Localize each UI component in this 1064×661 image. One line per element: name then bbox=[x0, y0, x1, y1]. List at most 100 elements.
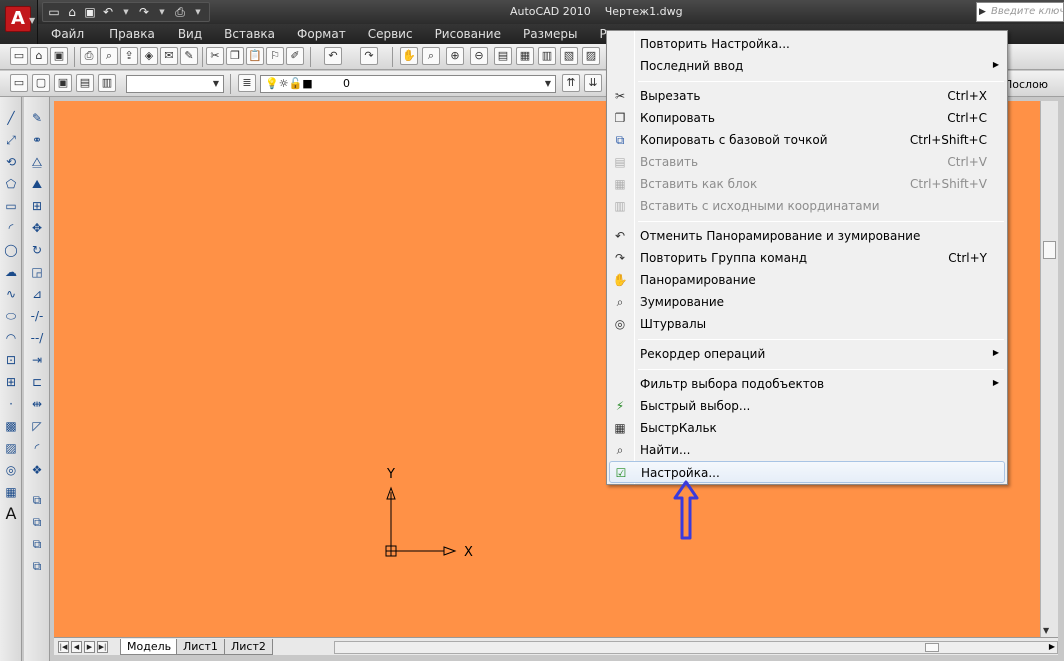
trim-icon[interactable]: -/- bbox=[28, 307, 46, 325]
style-icon[interactable]: ▢ bbox=[32, 74, 50, 92]
region-icon[interactable]: ◎ bbox=[2, 461, 20, 479]
menu-item-copy-base[interactable]: ⧉ Копировать с базовой точкой Ctrl+Shift… bbox=[609, 129, 1005, 151]
line-icon[interactable]: ╱ bbox=[2, 109, 20, 127]
break-icon[interactable]: ⊏ bbox=[28, 373, 46, 391]
print-icon[interactable]: ⎙ bbox=[80, 47, 98, 65]
copy-icon[interactable]: ❐ bbox=[226, 47, 244, 65]
markup-icon[interactable]: ▨ bbox=[582, 47, 600, 65]
menu-item-redo[interactable]: ↷ Повторить Группа команд Ctrl+Y bbox=[609, 247, 1005, 269]
tab-layout1[interactable]: Лист1 bbox=[176, 639, 225, 655]
rectangle-icon[interactable]: ▭ bbox=[2, 197, 20, 215]
fillet-icon[interactable]: ◜ bbox=[28, 439, 46, 457]
redo-dropdown-icon[interactable]: ▼ bbox=[154, 4, 170, 20]
new-icon[interactable]: ▭ bbox=[10, 47, 28, 65]
undo-icon[interactable]: ↶ bbox=[100, 4, 116, 20]
prev-tab-icon[interactable]: ◀ bbox=[71, 641, 82, 653]
menu-item-undo[interactable]: ↶ Отменить Панорамирование и зумирование bbox=[609, 225, 1005, 247]
ellipse-arc-icon[interactable]: ◠ bbox=[2, 329, 20, 347]
etransmit-icon[interactable]: ✉ bbox=[160, 47, 178, 65]
properties-icon[interactable]: ▤ bbox=[494, 47, 512, 65]
open-icon[interactable]: ⌂ bbox=[64, 4, 80, 20]
menu-item-steering-wheels[interactable]: ◎ Штурвалы bbox=[609, 313, 1005, 335]
undo-icon[interactable]: ↶ bbox=[324, 47, 342, 65]
point-icon[interactable]: · bbox=[2, 395, 20, 413]
table-icon[interactable]: ▦ bbox=[2, 483, 20, 501]
search-expand-icon[interactable]: ▶ bbox=[979, 7, 986, 17]
rotate-icon[interactable]: ↻ bbox=[28, 241, 46, 259]
menu-tools[interactable]: Сервис bbox=[368, 24, 413, 44]
vertical-scrollbar[interactable]: ▼ bbox=[1040, 101, 1058, 637]
redo-icon[interactable]: ↷ bbox=[360, 47, 378, 65]
horizontal-scrollbar[interactable]: ▶ bbox=[334, 641, 1058, 654]
draw-order-icon[interactable]: ⧉ bbox=[28, 557, 46, 575]
scrollbar-thumb[interactable] bbox=[925, 643, 939, 652]
make-block-icon[interactable]: ⊞ bbox=[2, 373, 20, 391]
match-properties-icon[interactable]: ⚐ bbox=[266, 47, 284, 65]
undo-dropdown-icon[interactable]: ▼ bbox=[118, 4, 134, 20]
open-icon[interactable]: ⌂ bbox=[30, 47, 48, 65]
spline-icon[interactable]: ∿ bbox=[2, 285, 20, 303]
publish-icon[interactable]: ⇪ bbox=[120, 47, 138, 65]
ellipse-icon[interactable]: ⬭ bbox=[2, 307, 20, 325]
mirror-icon[interactable]: ⧋ bbox=[28, 153, 46, 171]
zoom-window-icon[interactable]: ⊕ bbox=[446, 47, 464, 65]
save-icon[interactable]: ▣ bbox=[82, 4, 98, 20]
zoom-previous-icon[interactable]: ⊖ bbox=[470, 47, 488, 65]
last-tab-icon[interactable]: ▶| bbox=[97, 641, 108, 653]
menu-item-action-recorder[interactable]: Рекордер операций ▶ bbox=[609, 343, 1005, 365]
3d-dwf-icon[interactable]: ◈ bbox=[140, 47, 158, 65]
menu-item-subobject-filter[interactable]: Фильтр выбора подобъектов ▶ bbox=[609, 373, 1005, 395]
menu-draw[interactable]: Рисование bbox=[435, 24, 501, 44]
menu-item-find[interactable]: ⌕ Найти... bbox=[609, 439, 1005, 461]
save-icon[interactable]: ▣ bbox=[50, 47, 68, 65]
print-icon[interactable]: ⎙ bbox=[172, 4, 188, 20]
menu-item-cut[interactable]: ✂ Вырезать Ctrl+X bbox=[609, 85, 1005, 107]
menu-item-zoom[interactable]: ⌕ Зумирование bbox=[609, 291, 1005, 313]
draw-order-icon[interactable]: ⧉ bbox=[28, 491, 46, 509]
pan-icon[interactable]: ✋ bbox=[400, 47, 418, 65]
revision-cloud-icon[interactable]: ☁ bbox=[2, 263, 20, 281]
menu-edit[interactable]: Правка bbox=[109, 24, 155, 44]
style-icon[interactable]: ▥ bbox=[98, 74, 116, 92]
layer-previous-icon[interactable]: ⇊ bbox=[584, 74, 602, 92]
copy-object-icon[interactable]: ⚭ bbox=[28, 131, 46, 149]
move-icon[interactable]: ✥ bbox=[28, 219, 46, 237]
circle-icon[interactable]: ◯ bbox=[2, 241, 20, 259]
layer-properties-icon[interactable]: ≣ bbox=[238, 74, 256, 92]
draw-order-icon[interactable]: ⧉ bbox=[28, 535, 46, 553]
application-menu-button[interactable]: A ▼ bbox=[0, 0, 38, 44]
edit-icon[interactable]: ✎ bbox=[180, 47, 198, 65]
first-tab-icon[interactable]: |◀ bbox=[58, 641, 69, 653]
insert-block-icon[interactable]: ⊡ bbox=[2, 351, 20, 369]
stretch-icon[interactable]: ⊿ bbox=[28, 285, 46, 303]
hatch-icon[interactable]: ▩ bbox=[2, 417, 20, 435]
join-icon[interactable]: ⇹ bbox=[28, 395, 46, 413]
draw-order-icon[interactable]: ⧉ bbox=[28, 513, 46, 531]
layer-dropdown[interactable]: 💡☼🔓■ 0 ▼ bbox=[260, 75, 556, 93]
redo-icon[interactable]: ↷ bbox=[136, 4, 152, 20]
chamfer-icon[interactable]: ◸ bbox=[28, 417, 46, 435]
extend-icon[interactable]: --/ bbox=[28, 329, 46, 347]
tab-model[interactable]: Модель bbox=[120, 639, 179, 655]
style-icon[interactable]: ▤ bbox=[76, 74, 94, 92]
paste-icon[interactable]: 📋 bbox=[246, 47, 264, 65]
zoom-icon[interactable]: ⌕ bbox=[422, 47, 440, 65]
tab-layout2[interactable]: Лист2 bbox=[224, 639, 273, 655]
menu-dimension[interactable]: Размеры bbox=[523, 24, 578, 44]
menu-insert[interactable]: Вставка bbox=[224, 24, 275, 44]
sheet-set-icon[interactable]: ▧ bbox=[560, 47, 578, 65]
style-icon[interactable]: ▣ bbox=[54, 74, 72, 92]
array-icon[interactable]: ⊞ bbox=[28, 197, 46, 215]
menu-item-repeat[interactable]: Повторить Настройка... bbox=[609, 33, 1005, 55]
polygon-icon[interactable]: ⬠ bbox=[2, 175, 20, 193]
tool-palettes-icon[interactable]: ▥ bbox=[538, 47, 556, 65]
scale-icon[interactable]: ◲ bbox=[28, 263, 46, 281]
scrollbar-thumb[interactable] bbox=[1043, 241, 1056, 259]
explode-icon[interactable]: ❖ bbox=[28, 461, 46, 479]
make-current-layer-icon[interactable]: ⇈ bbox=[562, 74, 580, 92]
qat-customize-icon[interactable]: ▼ bbox=[190, 4, 206, 20]
scroll-right-icon[interactable]: ▶ bbox=[1049, 642, 1055, 651]
brush-icon[interactable]: ✐ bbox=[286, 47, 304, 65]
arc-icon[interactable]: ◜ bbox=[2, 219, 20, 237]
erase-icon[interactable]: ✎ bbox=[28, 109, 46, 127]
